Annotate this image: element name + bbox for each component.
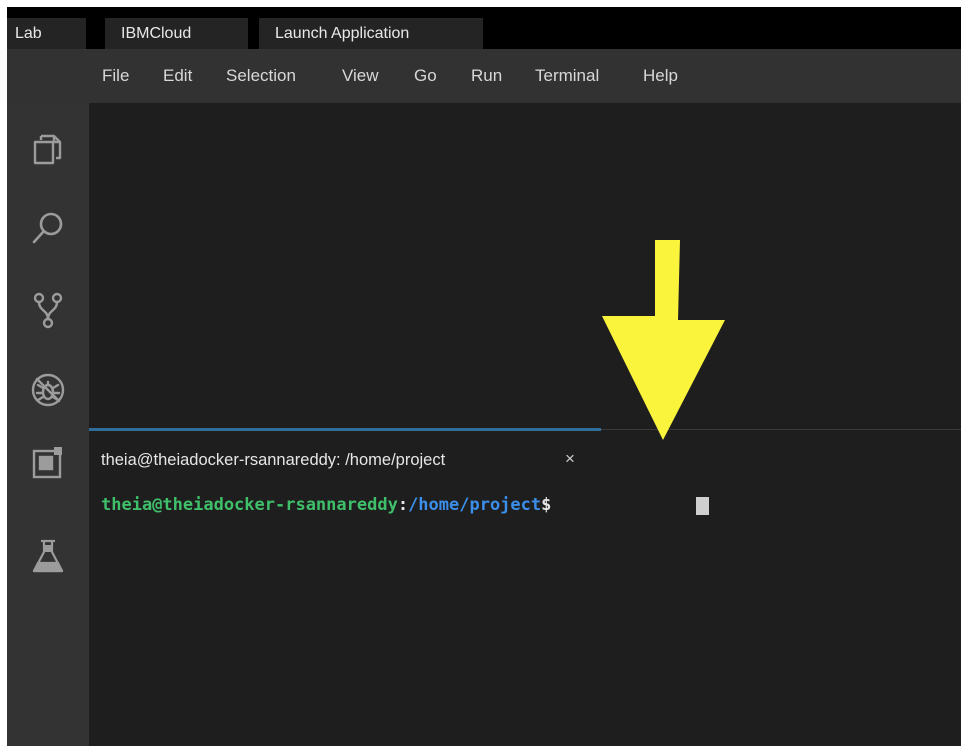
prompt-path: /home/project bbox=[408, 495, 542, 515]
prompt-user: theia@theiadocker-rsannareddy bbox=[101, 495, 398, 515]
extensions-icon[interactable] bbox=[29, 443, 67, 481]
terminal-panel[interactable]: theia@theiadocker-rsannareddy: /home/pro… bbox=[89, 428, 961, 746]
tab-lab[interactable]: Lab bbox=[7, 18, 86, 49]
activity-bar bbox=[7, 103, 89, 746]
prompt-symbol: $ bbox=[541, 495, 552, 515]
lab-flask-icon[interactable] bbox=[29, 537, 67, 575]
menu-edit[interactable]: Edit bbox=[163, 65, 192, 87]
menu-terminal[interactable]: Terminal bbox=[535, 65, 599, 87]
panel-active-indicator bbox=[89, 428, 601, 431]
browser-tab-bar: Lab IBMCloud Launch Application bbox=[7, 7, 961, 49]
top-border bbox=[7, 0, 961, 7]
down-arrow-annotation bbox=[592, 236, 732, 446]
menu-selection[interactable]: Selection bbox=[226, 65, 296, 87]
menu-go[interactable]: Go bbox=[414, 65, 437, 87]
menu-run[interactable]: Run bbox=[471, 65, 502, 87]
menu-view[interactable]: View bbox=[342, 65, 379, 87]
tab-ibmcloud[interactable]: IBMCloud bbox=[105, 18, 248, 49]
prompt-separator: : bbox=[397, 495, 409, 515]
menu-file[interactable]: File bbox=[102, 65, 129, 87]
terminal-prompt[interactable]: theia@theiadocker-rsannareddy:/home/proj… bbox=[101, 493, 551, 517]
debug-icon[interactable] bbox=[29, 371, 67, 409]
close-icon[interactable]: × bbox=[565, 448, 575, 470]
editor-area[interactable] bbox=[89, 103, 961, 429]
source-control-icon[interactable] bbox=[29, 291, 67, 329]
terminal-tab[interactable]: theia@theiadocker-rsannareddy: /home/pro… bbox=[101, 449, 445, 471]
explorer-icon[interactable] bbox=[29, 129, 67, 167]
search-icon[interactable] bbox=[29, 209, 67, 247]
menu-help[interactable]: Help bbox=[643, 65, 678, 87]
menu-bar: File Edit Selection View Go Run Terminal… bbox=[7, 49, 961, 103]
ide-window: Lab IBMCloud Launch Application File Edi… bbox=[7, 0, 961, 746]
terminal-cursor bbox=[696, 497, 709, 515]
tab-launch-application[interactable]: Launch Application bbox=[259, 18, 483, 49]
